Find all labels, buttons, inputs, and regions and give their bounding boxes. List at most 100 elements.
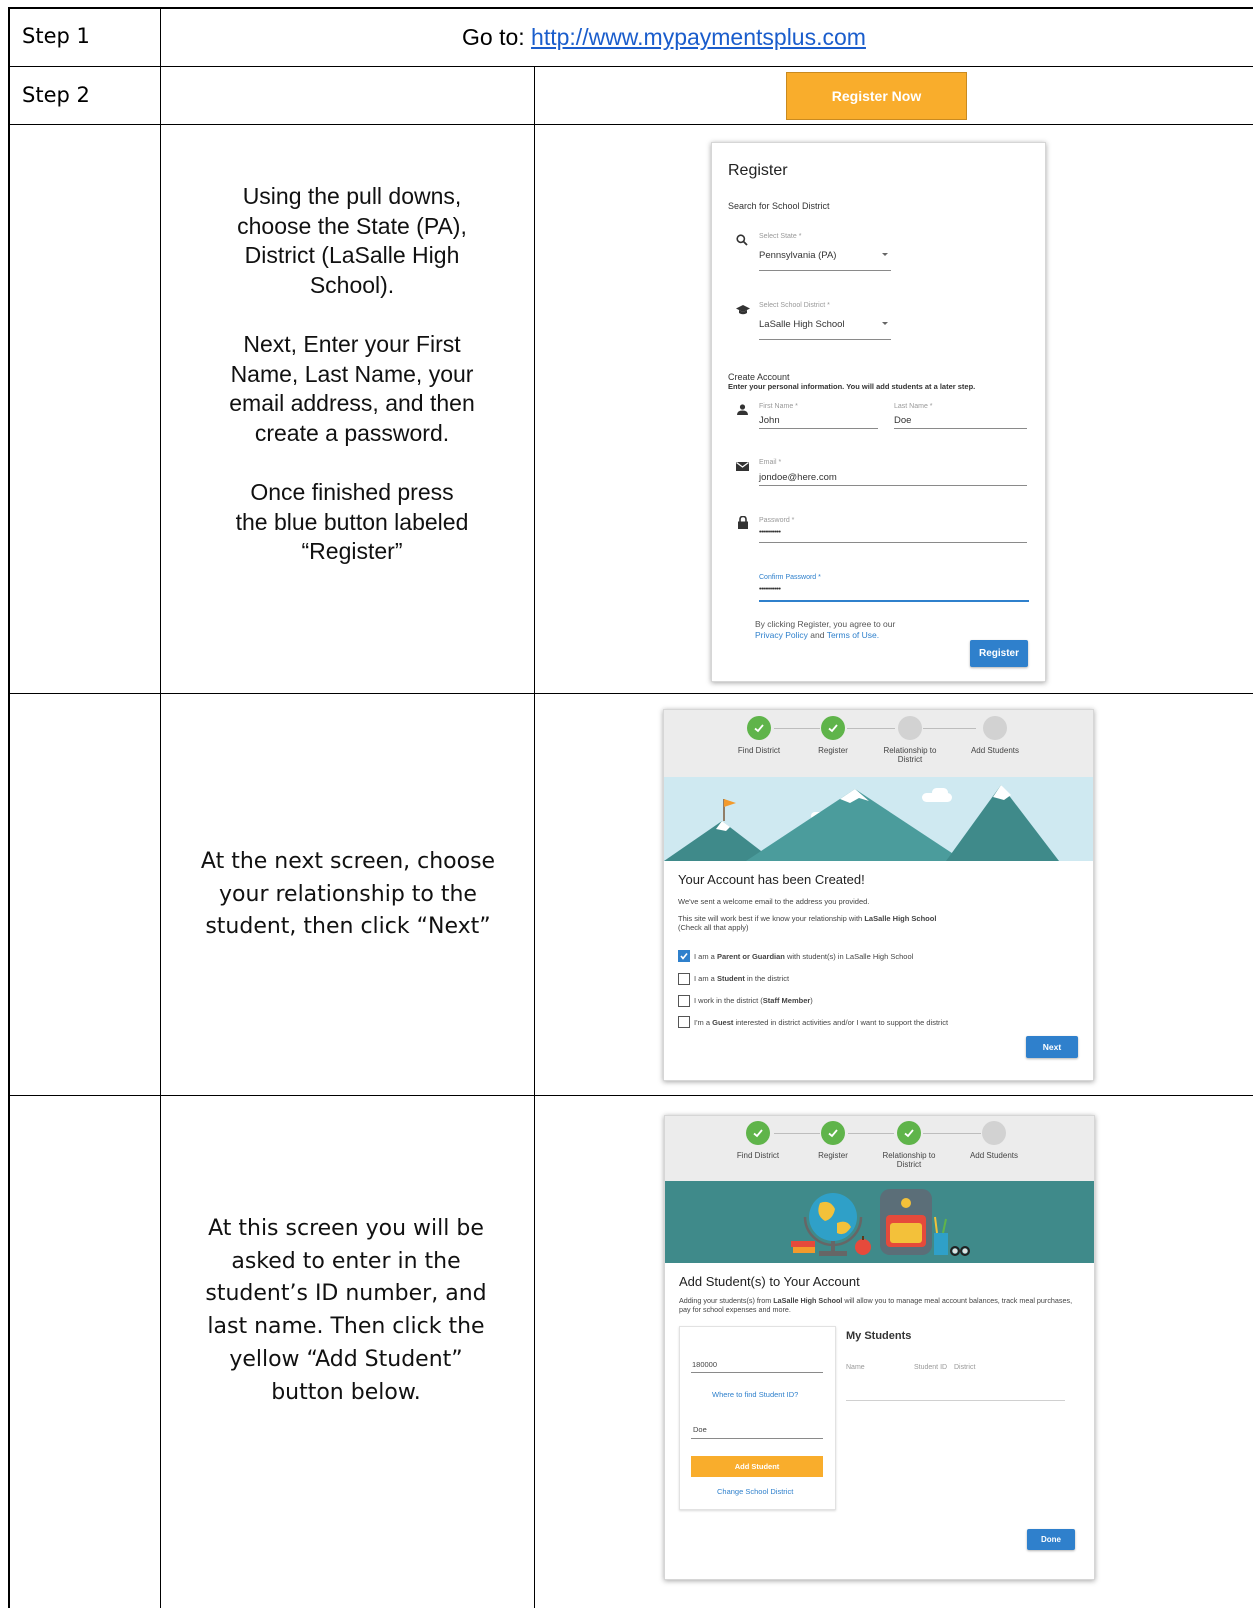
guest-checkbox[interactable] xyxy=(678,1016,690,1028)
student-last-name-underline xyxy=(691,1438,823,1439)
step2-register-dot xyxy=(821,1121,845,1145)
instruction-paragraph-3: Once finished press the blue button labe… xyxy=(235,479,469,564)
last-name-label: Last Name * xyxy=(894,403,933,410)
staff-member-checkbox[interactable] xyxy=(678,995,690,1007)
step-relationship-dot xyxy=(898,716,922,740)
relationship-prompt-text: This site will work best if we know your… xyxy=(678,914,865,923)
add-student-card xyxy=(679,1326,836,1510)
parent-guardian-option: I am a Parent or Guardian with student(s… xyxy=(694,952,914,961)
confirm-password-value[interactable]: ••••••••••• xyxy=(759,586,781,593)
email-label: Email * xyxy=(759,459,782,466)
email-underline xyxy=(759,485,1027,486)
register-now-button[interactable]: Register Now xyxy=(786,72,967,120)
district-value[interactable]: LaSalle High School xyxy=(759,319,845,330)
confirm-password-underline xyxy=(759,600,1029,602)
step2-relationship-dot xyxy=(897,1121,921,1145)
relationship-prompt: This site will work best if we know your… xyxy=(678,914,936,923)
password-label: Password * xyxy=(759,517,795,524)
my-students-underline xyxy=(846,1400,1065,1401)
person-icon xyxy=(737,404,748,415)
step-register-label: Register xyxy=(818,746,848,755)
add-students-title: Add Student(s) to Your Account xyxy=(679,1274,860,1289)
step-register-dot xyxy=(821,716,845,740)
step-add-students-label: Add Students xyxy=(970,746,1020,755)
student-id-underline xyxy=(691,1372,823,1373)
progress-stepper: Find District Register Relationship to D… xyxy=(664,710,1093,777)
state-underline xyxy=(759,270,891,271)
email-value[interactable]: jondoe@here.com xyxy=(759,472,837,483)
add-students-screenshot: Find District Register Relationship to D… xyxy=(664,1115,1095,1580)
school-supplies-banner-illustration xyxy=(665,1181,1094,1263)
password-underline xyxy=(759,542,1027,543)
graduation-cap-icon xyxy=(736,305,750,315)
student-id-value[interactable]: 180000 xyxy=(692,1360,717,1369)
done-button[interactable]: Done xyxy=(1027,1529,1075,1550)
guest-option: I'm a Guest interested in district activ… xyxy=(694,1018,949,1027)
site-url-link[interactable]: http://www.mypaymentsplus.com xyxy=(531,24,866,50)
col-district-header: District xyxy=(954,1364,976,1371)
lock-icon xyxy=(738,516,748,529)
progress-stepper-2: Find District Register Relationship to D… xyxy=(665,1116,1094,1181)
account-created-title: Your Account has been Created! xyxy=(678,872,865,887)
welcome-email-text: We've sent a welcome email to the addres… xyxy=(678,897,870,906)
next-button[interactable]: Next xyxy=(1026,1036,1078,1058)
instruction-paragraph-2: Next, Enter your First Name, Last Name, … xyxy=(229,331,475,446)
where-to-find-id-link[interactable]: Where to find Student ID? xyxy=(712,1390,798,1399)
state-label: Select State * xyxy=(759,233,802,240)
terms-of-use-link[interactable]: Terms of Use. xyxy=(827,630,879,640)
step1-label: Step 1 xyxy=(22,24,90,48)
state-dropdown-icon[interactable] xyxy=(882,253,888,256)
search-district-heading: Search for School District xyxy=(728,201,830,211)
relationship-prompt-school: LaSalle High School xyxy=(864,914,937,923)
relationship-screenshot: Find District Register Relationship to D… xyxy=(663,709,1094,1081)
mountain-banner-illustration xyxy=(664,777,1093,861)
step2-register-label: Register xyxy=(818,1151,848,1160)
step2-relationship-label: Relationship to District xyxy=(882,1151,936,1169)
privacy-policy-link[interactable]: Privacy Policy xyxy=(755,630,808,640)
check-all-text: (Check all that apply) xyxy=(678,923,749,932)
legal-and-text: and xyxy=(810,630,825,640)
student-last-name-value[interactable]: Doe xyxy=(693,1425,707,1434)
legal-links: Privacy Policy and Terms of Use. xyxy=(755,630,879,640)
step1-instruction: Go to: http://www.mypaymentsplus.com xyxy=(462,24,866,51)
state-value[interactable]: Pennsylvania (PA) xyxy=(759,250,836,261)
step2-label: Step 2 xyxy=(22,83,90,107)
first-name-underline xyxy=(759,428,878,429)
go-to-prefix: Go to: xyxy=(462,24,532,50)
district-label: Select School District * xyxy=(759,302,830,309)
col-name-header: Name xyxy=(846,1364,865,1371)
step-find-district-label: Find District xyxy=(737,746,781,755)
password-value[interactable]: ••••••••••• xyxy=(759,529,781,536)
first-name-label: First Name * xyxy=(759,403,798,410)
step-find-district-dot xyxy=(747,716,771,740)
district-underline xyxy=(759,339,891,340)
step-relationship-label: Relationship to District xyxy=(883,746,937,764)
instruction-paragraph-1: Using the pull downs, choose the State (… xyxy=(237,183,467,298)
add-student-instructions: At this screen you will be asked to ente… xyxy=(205,1216,487,1405)
register-button[interactable]: Register xyxy=(970,640,1028,667)
change-district-link[interactable]: Change School District xyxy=(717,1487,793,1496)
student-checkbox[interactable] xyxy=(678,973,690,985)
last-name-underline xyxy=(894,428,1027,429)
parent-guardian-checkbox[interactable] xyxy=(678,950,690,962)
step2-add-students-label: Add Students xyxy=(969,1151,1019,1160)
staff-member-option: I work in the district (Staff Member) xyxy=(694,996,813,1005)
step2-find-district-label: Find District xyxy=(736,1151,780,1160)
search-icon xyxy=(736,234,748,246)
district-dropdown-icon[interactable] xyxy=(882,322,888,325)
create-account-heading: Create Account xyxy=(728,372,790,382)
add-students-description: Adding your students(s) from LaSalle Hig… xyxy=(679,1296,1079,1314)
register-instructions: Using the pull downs, choose the State (… xyxy=(212,182,492,567)
confirm-password-label: Confirm Password * xyxy=(759,574,821,581)
relationship-instructions: At the next screen, choose your relation… xyxy=(200,849,496,939)
add-student-button[interactable]: Add Student xyxy=(691,1456,823,1477)
step2-find-district-dot xyxy=(746,1121,770,1145)
last-name-value[interactable]: Doe xyxy=(894,415,911,426)
col-student-id-header: Student ID xyxy=(914,1364,948,1371)
step-add-students-dot xyxy=(983,716,1007,740)
register-form-screenshot: Register Search for School District Sele… xyxy=(711,142,1046,682)
create-account-subheading: Enter your personal information. You wil… xyxy=(728,382,976,391)
step2-add-students-dot xyxy=(982,1121,1006,1145)
my-students-heading: My Students xyxy=(846,1330,912,1342)
first-name-value[interactable]: John xyxy=(759,415,780,426)
